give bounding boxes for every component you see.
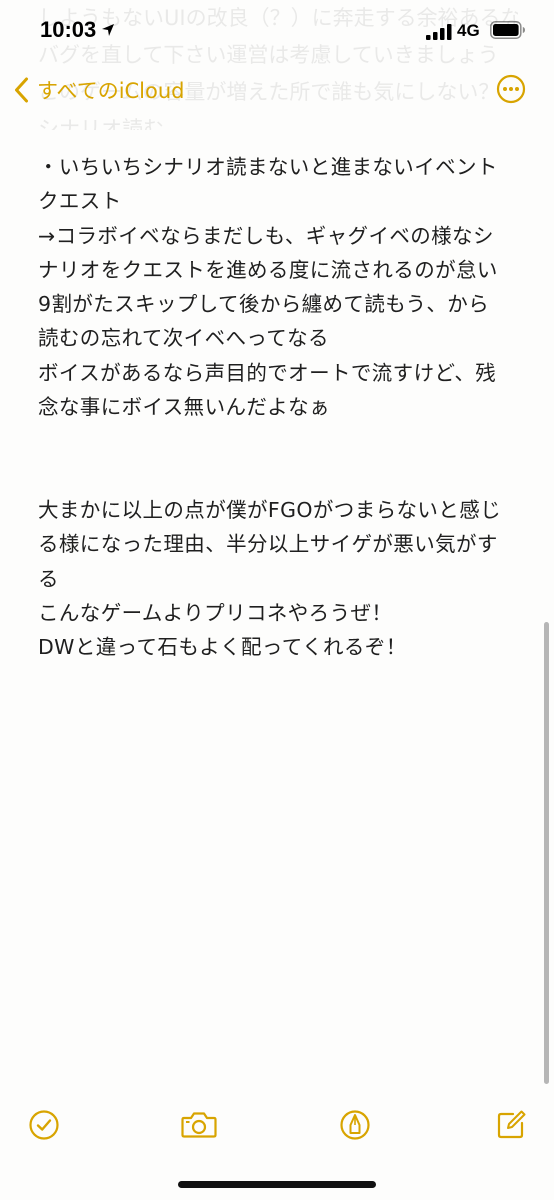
compose-icon bbox=[497, 1110, 526, 1139]
note-body[interactable]: ・いちいちシナリオ読まないと進まないイベント クエスト →コラボイベならまだしも… bbox=[38, 150, 520, 664]
note-line: →コラボイベならまだしも、ギャグイベの様なシ bbox=[38, 223, 494, 248]
compose-button[interactable] bbox=[494, 1108, 528, 1142]
note-line: 9割がたスキップして後から纏めて読もう、から bbox=[38, 292, 490, 317]
checklist-icon bbox=[29, 1110, 59, 1140]
camera-button[interactable] bbox=[180, 1108, 218, 1142]
note-line: ボイスがあるなら声目的でオートで流すけど、残 bbox=[38, 360, 497, 385]
note-line: 大まかに以上の点が僕がFGOがつまらないと感じ bbox=[38, 497, 502, 522]
back-button-label: すべてのiCloud bbox=[37, 79, 185, 103]
cellular-signal-icon bbox=[426, 24, 452, 44]
note-line: ナリオをクエストを進める度に流されるのが怠い bbox=[38, 257, 498, 282]
note-line-empty bbox=[38, 424, 520, 458]
markup-pen-icon bbox=[340, 1110, 370, 1140]
location-arrow-icon bbox=[101, 22, 115, 41]
status-bar: 10:03 4G bbox=[0, 0, 554, 60]
scroll-indicator[interactable] bbox=[544, 622, 549, 1084]
network-type: 4G bbox=[457, 21, 480, 40]
note-line: DWと違って石もよく配ってくれるぞ！ bbox=[38, 635, 407, 660]
ellipsis-circle-icon bbox=[496, 74, 526, 104]
note-line: 念な事にボイス無いんだよなぁ bbox=[38, 395, 330, 420]
note-line-empty bbox=[38, 459, 520, 493]
back-button[interactable]: すべてのiCloud bbox=[14, 72, 185, 108]
home-indicator[interactable] bbox=[178, 1181, 376, 1188]
markup-button[interactable] bbox=[338, 1108, 372, 1142]
battery-icon bbox=[490, 21, 526, 43]
notes-screen: しようもないUIの改良（？）に奔走する余裕あるなら バグを直して下さい運営は考慮… bbox=[0, 0, 554, 1200]
note-line: クエスト bbox=[38, 189, 122, 214]
more-options-button[interactable] bbox=[496, 74, 526, 104]
note-line: る bbox=[38, 566, 59, 591]
status-time: 10:03 bbox=[40, 17, 97, 42]
navigation-bar: すべてのiCloud bbox=[0, 62, 554, 118]
note-line: ・いちいちシナリオ読まないと進まないイベント bbox=[38, 155, 498, 179]
bottom-toolbar bbox=[0, 1100, 554, 1150]
note-line: る様になった理由、半分以上サイゲが悪い気がす bbox=[38, 532, 498, 557]
checklist-button[interactable] bbox=[27, 1108, 61, 1142]
camera-icon bbox=[181, 1112, 217, 1138]
chevron-left-icon bbox=[15, 77, 28, 103]
note-line: 読むの忘れて次イベへってなる bbox=[38, 326, 329, 351]
note-line: こんなゲームよりプリコネやろうぜ！ bbox=[38, 600, 393, 625]
